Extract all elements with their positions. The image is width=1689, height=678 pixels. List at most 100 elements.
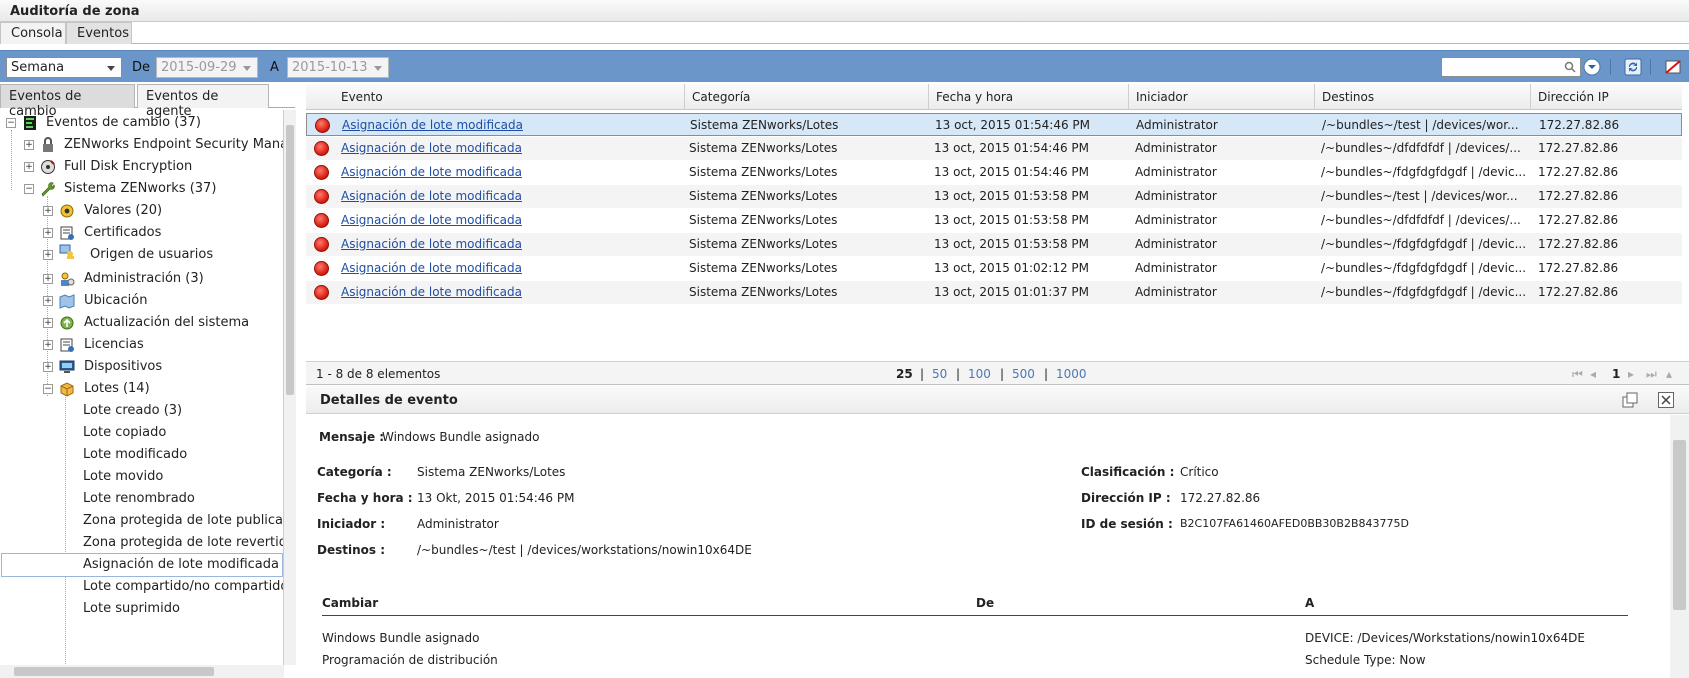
- event-link[interactable]: Asignación de lote modificada: [342, 118, 523, 132]
- tree-item[interactable]: Lote modificado: [0, 444, 283, 466]
- refresh-icon[interactable]: [1624, 58, 1642, 76]
- event-link[interactable]: Asignación de lote modificada: [341, 189, 522, 203]
- expand-icon[interactable]: +: [43, 296, 53, 306]
- tree-item[interactable]: + Valores (20): [0, 200, 283, 222]
- clear-filter-icon[interactable]: [1664, 58, 1682, 76]
- destinos-label: Destinos :: [317, 543, 385, 557]
- column-header-ip[interactable]: Dirección IP: [1538, 90, 1609, 104]
- expand-icon[interactable]: +: [43, 318, 53, 328]
- tree-item[interactable]: Zona protegida de lote revertida: [0, 532, 283, 554]
- tree-item[interactable]: Lote renombrado: [0, 488, 283, 510]
- search-input[interactable]: [1441, 57, 1581, 77]
- tree-item[interactable]: − Eventos de cambio (37): [0, 112, 283, 134]
- pager: 1 - 8 de 8 elementos 25 | 50 | 100 | 500…: [306, 361, 1689, 385]
- table-row[interactable]: Asignación de lote modificada Sistema ZE…: [306, 185, 1682, 208]
- table-row[interactable]: Asignación de lote modificada Sistema ZE…: [306, 257, 1682, 280]
- to-date-field[interactable]: 2015-10-13: [287, 57, 389, 78]
- event-link[interactable]: Asignación de lote modificada: [341, 165, 522, 179]
- prev-page-icon[interactable]: ◂: [1590, 367, 1596, 381]
- tree-item[interactable]: Lote suprimido: [0, 598, 283, 620]
- clasificacion-value: Crítico: [1180, 465, 1219, 479]
- cell-categoria: Sistema ZENworks/Lotes: [689, 237, 838, 251]
- collapse-icon[interactable]: −: [6, 118, 16, 128]
- update-icon: [60, 316, 74, 330]
- event-link[interactable]: Asignación de lote modificada: [341, 261, 522, 275]
- tab-eventos-cambio[interactable]: Eventos de cambio: [0, 84, 135, 119]
- tab-eventos[interactable]: Eventos: [66, 22, 132, 44]
- tree-scroll-thumb[interactable]: [286, 125, 294, 395]
- chevron-down-icon: [243, 66, 251, 71]
- sesion-label: ID de sesión :: [1081, 517, 1173, 531]
- table-row[interactable]: Asignación de lote modificada Sistema ZE…: [306, 113, 1682, 136]
- first-page-icon[interactable]: ⏮: [1572, 367, 1583, 382]
- close-icon[interactable]: [1658, 392, 1674, 408]
- event-link[interactable]: Asignación de lote modificada: [341, 285, 522, 299]
- period-select[interactable]: Semana: [6, 57, 122, 78]
- tree-item[interactable]: Lote compartido/no compartido: [0, 576, 283, 598]
- tree-item[interactable]: − Lotes (14): [0, 378, 283, 400]
- tree-item[interactable]: Lote creado (3): [0, 400, 283, 422]
- event-link[interactable]: Asignación de lote modificada: [341, 141, 522, 155]
- tree-item[interactable]: + Full Disk Encryption: [0, 156, 283, 178]
- tree-item[interactable]: + Ubicación: [0, 290, 283, 312]
- tree-item[interactable]: + Origen de usuarios: [0, 244, 283, 266]
- tree-item[interactable]: + Certificados: [0, 222, 283, 244]
- page-size-100[interactable]: 100: [968, 367, 991, 381]
- tree-item-label: Eventos de cambio (37): [46, 115, 201, 130]
- change-a: DEVICE: /Devices/Workstations/nowin10x64…: [1305, 631, 1585, 645]
- page-size-25[interactable]: 25: [896, 367, 913, 381]
- table-row[interactable]: Asignación de lote modificada Sistema ZE…: [306, 209, 1682, 232]
- tree-item[interactable]: − Sistema ZENworks (37): [0, 178, 283, 200]
- cell-destinos: /~bundles~/test | /devices/wor...: [1321, 189, 1518, 203]
- tree-hscroll-thumb[interactable]: [14, 667, 214, 676]
- popout-icon[interactable]: [1622, 392, 1638, 408]
- wrench-icon: [41, 182, 55, 197]
- last-page-icon[interactable]: ⏭: [1646, 367, 1657, 382]
- page-size-50[interactable]: 50: [932, 367, 947, 381]
- tree-item[interactable]: + ZENworks Endpoint Security Management: [0, 134, 283, 156]
- table-row[interactable]: Asignación de lote modificada Sistema ZE…: [306, 233, 1682, 256]
- tree-item[interactable]: Lote copiado: [0, 422, 283, 444]
- tree-item[interactable]: + Actualización del sistema: [0, 312, 283, 334]
- expand-icon[interactable]: +: [24, 140, 34, 150]
- collapse-grid-icon[interactable]: ▴: [1666, 367, 1672, 381]
- details-scroll-thumb[interactable]: [1673, 440, 1686, 610]
- tree-item[interactable]: Lote movido: [0, 466, 283, 488]
- main-tabs: Consola Eventos: [0, 22, 1689, 44]
- tree-item[interactable]: + Administración (3): [0, 268, 283, 290]
- next-page-icon[interactable]: ▸: [1628, 367, 1634, 381]
- collapse-icon[interactable]: −: [24, 184, 34, 194]
- page-size-500[interactable]: 500: [1012, 367, 1035, 381]
- column-header-destinos[interactable]: Destinos: [1322, 90, 1374, 104]
- expand-icon[interactable]: +: [43, 362, 53, 372]
- event-link[interactable]: Asignación de lote modificada: [341, 237, 522, 251]
- expand-icon[interactable]: +: [43, 340, 53, 350]
- tree-item-selected[interactable]: Asignación de lote modificada (8): [1, 553, 283, 577]
- cell-ip: 172.27.82.86: [1538, 285, 1619, 299]
- tree-item[interactable]: + Licencias: [0, 334, 283, 356]
- tab-eventos-agente[interactable]: Eventos de agente: [137, 84, 269, 119]
- critical-icon: [314, 213, 329, 228]
- cell-fecha: 13 oct, 2015 01:54:46 PM: [934, 141, 1090, 155]
- from-date-field[interactable]: 2015-09-29: [156, 57, 258, 78]
- expand-icon[interactable]: +: [43, 250, 53, 260]
- search-options-icon[interactable]: [1583, 58, 1601, 76]
- page-size-1000[interactable]: 1000: [1056, 367, 1087, 381]
- tree-item[interactable]: + Dispositivos: [0, 356, 283, 378]
- table-row[interactable]: Asignación de lote modificada Sistema ZE…: [306, 161, 1682, 184]
- table-row[interactable]: Asignación de lote modificada Sistema ZE…: [306, 281, 1682, 304]
- expand-icon[interactable]: +: [43, 228, 53, 238]
- column-header-iniciador[interactable]: Iniciador: [1136, 90, 1188, 104]
- expand-icon[interactable]: +: [43, 274, 53, 284]
- filter-toolbar: Semana De 2015-09-29 A 2015-10-13: [0, 50, 1689, 82]
- column-header-fecha[interactable]: Fecha y hora: [936, 90, 1013, 104]
- column-header-evento[interactable]: Evento: [341, 90, 383, 104]
- expand-icon[interactable]: +: [43, 206, 53, 216]
- column-header-categoria[interactable]: Categoría: [692, 90, 750, 104]
- tree-item[interactable]: Zona protegida de lote publicada: [0, 510, 283, 532]
- table-row[interactable]: Asignación de lote modificada Sistema ZE…: [306, 137, 1682, 160]
- tab-consola[interactable]: Consola: [0, 22, 66, 44]
- event-link[interactable]: Asignación de lote modificada: [341, 213, 522, 227]
- collapse-icon[interactable]: −: [43, 384, 53, 394]
- expand-icon[interactable]: +: [24, 162, 34, 172]
